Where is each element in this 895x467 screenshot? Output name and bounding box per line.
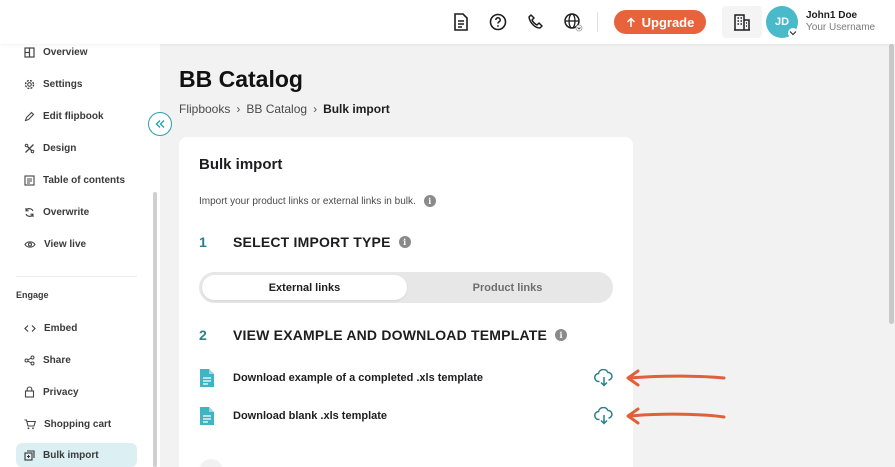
sidebar-item-shopping-cart[interactable]: Shopping cart	[16, 412, 137, 436]
step-1-header: 1 SELECT IMPORT TYPE i	[199, 234, 411, 250]
sidebar-item-label: Edit flipbook	[43, 110, 104, 122]
download-label: Download blank .xls template	[233, 410, 388, 422]
step-number: 2	[199, 327, 207, 343]
download-example-row: Download example of a completed .xls tem…	[199, 366, 619, 390]
info-icon[interactable]: i	[555, 329, 568, 341]
sidebar-item-label: Overwrite	[43, 206, 90, 218]
import-type-toggle: External links Product links	[199, 272, 613, 303]
pencil-icon	[24, 111, 35, 121]
document-icon[interactable]	[450, 11, 472, 33]
sidebar-item-label: Bulk import	[43, 449, 99, 461]
overview-icon	[24, 46, 35, 58]
user-role: Your Username	[806, 22, 876, 33]
annotation-arrow-icon	[626, 407, 726, 425]
sidebar-divider	[16, 276, 137, 277]
file-icon	[199, 368, 219, 388]
bulk-import-card: Bulk import Import your product links or…	[179, 137, 633, 467]
download-icon[interactable]	[593, 406, 615, 426]
step-title: VIEW EXAMPLE AND DOWNLOAD TEMPLATE	[233, 327, 548, 343]
sidebar-item-edit-flipbook[interactable]: Edit flipbook	[16, 104, 137, 128]
sidebar-item-label: Share	[43, 354, 71, 366]
organization-button[interactable]	[722, 6, 762, 38]
sidebar-item-privacy[interactable]: Privacy	[16, 380, 137, 404]
description-text: Import your product links or external li…	[199, 195, 416, 207]
sidebar: Overview Settings Edit flipbook Design T…	[0, 44, 160, 467]
main-scrollbar[interactable]	[889, 44, 894, 324]
download-label: Download example of a completed .xls tem…	[233, 372, 484, 384]
sidebar-item-label: Shopping cart	[44, 418, 112, 430]
download-blank-row: Download blank .xls template	[199, 404, 619, 428]
card-description: Import your product links or external li…	[199, 195, 436, 207]
sidebar-item-label: Privacy	[43, 386, 79, 398]
step-number: 1	[199, 234, 207, 250]
sidebar-item-table-of-contents[interactable]: Table of contents	[16, 168, 137, 192]
sidebar-item-view-live[interactable]: View live	[16, 232, 137, 256]
import-icon	[24, 449, 35, 461]
globe-icon[interactable]	[562, 11, 584, 33]
sidebar-item-label: Overview	[43, 46, 88, 58]
upgrade-button[interactable]: Upgrade	[614, 10, 706, 34]
info-icon[interactable]: i	[423, 195, 436, 207]
breadcrumb: Flipbooks › BB Catalog › Bulk import	[179, 102, 390, 116]
eye-icon	[24, 240, 36, 248]
sidebar-scrollbar[interactable]	[153, 192, 157, 467]
sidebar-item-label: Design	[43, 142, 77, 154]
list-icon	[24, 174, 35, 186]
sidebar-item-bulk-import[interactable]: Bulk import	[16, 443, 137, 467]
file-icon	[199, 406, 219, 426]
product-links-option[interactable]: Product links	[405, 275, 610, 300]
step-title: SELECT IMPORT TYPE	[233, 234, 391, 250]
breadcrumb-flipbooks[interactable]: Flipbooks	[179, 102, 230, 116]
sidebar-item-label: Embed	[44, 322, 78, 334]
help-icon[interactable]	[487, 11, 509, 33]
sidebar-item-design[interactable]: Design	[16, 136, 137, 160]
sidebar-item-settings[interactable]: Settings	[16, 72, 137, 96]
annotation-arrow-icon	[626, 369, 726, 387]
code-icon	[24, 324, 36, 332]
phone-icon[interactable]	[525, 11, 547, 33]
topbar-divider	[597, 12, 598, 32]
breadcrumb-catalog[interactable]: BB Catalog	[246, 102, 307, 116]
sidebar-item-label: View live	[44, 238, 87, 250]
building-icon	[734, 14, 750, 31]
lock-icon	[24, 386, 35, 398]
chevron-down-icon[interactable]	[788, 28, 798, 38]
chevron-right-icon: ›	[236, 102, 241, 116]
step-2-header: 2 VIEW EXAMPLE AND DOWNLOAD TEMPLATE i	[199, 327, 568, 343]
card-title: Bulk import	[199, 156, 283, 173]
avatar-initials: JD	[774, 16, 790, 28]
cart-icon	[24, 418, 36, 429]
info-icon[interactable]: i	[398, 236, 411, 248]
step-3-number	[199, 459, 223, 467]
external-links-option[interactable]: External links	[202, 275, 407, 300]
share-icon	[24, 355, 35, 365]
top-bar: Upgrade JD John1 Doe Your Username	[0, 0, 895, 44]
user-name: John1 Doe	[806, 10, 858, 21]
download-icon[interactable]	[593, 368, 615, 388]
chevron-right-icon: ›	[313, 102, 318, 116]
sidebar-item-overwrite[interactable]: Overwrite	[16, 200, 137, 224]
sidebar-item-label: Settings	[43, 78, 83, 90]
double-chevron-left-icon	[155, 120, 165, 128]
collapse-sidebar-button[interactable]	[148, 112, 172, 136]
breadcrumb-current: Bulk import	[323, 102, 390, 116]
gear-icon	[24, 79, 35, 89]
upgrade-label: Upgrade	[641, 14, 695, 30]
sidebar-item-share[interactable]: Share	[16, 348, 137, 372]
sidebar-section-engage: Engage	[16, 290, 49, 300]
page-title: BB Catalog	[179, 66, 303, 92]
refresh-icon	[25, 207, 34, 217]
sidebar-item-embed[interactable]: Embed	[16, 316, 137, 340]
design-icon	[24, 143, 35, 153]
arrow-up-icon	[626, 16, 635, 27]
sidebar-item-label: Table of contents	[43, 174, 126, 186]
